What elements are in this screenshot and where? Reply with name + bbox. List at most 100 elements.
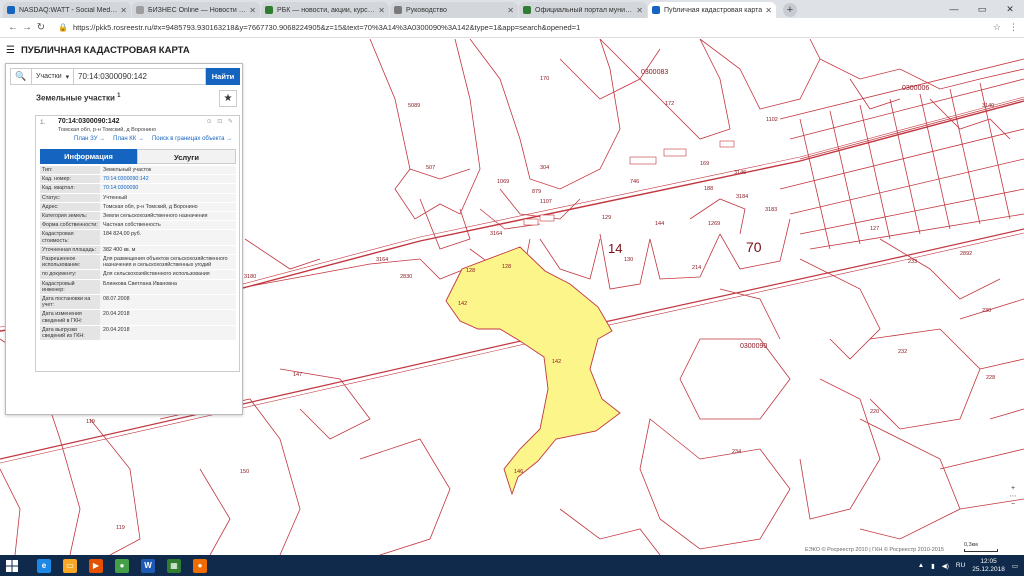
attribute-row: Дата постановки на учет: 08.07.2008 bbox=[40, 295, 236, 311]
clock-date: 25.12.2018 bbox=[972, 565, 1005, 573]
attribute-row: Дата выгрузки сведений из ГКН: 20.04.2018 bbox=[40, 325, 236, 342]
clock-time: 12:05 bbox=[980, 557, 997, 565]
favorite-star-icon[interactable]: ★ bbox=[219, 90, 237, 107]
tab-title: Руководство bbox=[406, 6, 447, 14]
taskbar-app-app-icon[interactable]: ● bbox=[188, 555, 212, 576]
tab-close-icon[interactable]: ✕ bbox=[636, 6, 643, 15]
tab-close-icon[interactable]: ✕ bbox=[378, 6, 385, 15]
minimize-icon[interactable]: — bbox=[940, 0, 968, 18]
find-button[interactable]: Найти bbox=[206, 68, 240, 85]
result-index: 1. bbox=[40, 119, 46, 126]
address-bar: ← → ↻ 🔒 https://pkk5.rosreestr.ru/#x=948… bbox=[0, 18, 1024, 38]
maximize-icon[interactable]: ▭ bbox=[968, 0, 996, 18]
menu-dots-icon[interactable]: ⋮ bbox=[1009, 22, 1018, 33]
app-header: ☰ ПУБЛИЧНАЯ КАДАСТРОВАЯ КАРТА bbox=[6, 45, 190, 56]
tab-close-icon[interactable]: ✕ bbox=[249, 6, 256, 15]
taskbar-app-media-icon[interactable]: ▶ bbox=[84, 555, 108, 576]
attribute-key: по документу: bbox=[40, 270, 100, 279]
menu-icon[interactable]: ☰ bbox=[6, 45, 15, 56]
map-canvas[interactable]: 0300083 0300006 0300090 0300090 14 70 14… bbox=[0, 39, 1024, 555]
browser-tab[interactable]: РБК — новости, акции, курсы в ✕ bbox=[261, 2, 389, 18]
attribute-key: Статус: bbox=[40, 193, 100, 202]
bookmark-star-icon[interactable]: ☆ bbox=[993, 22, 1001, 33]
search-row: 🔍 Участки ▾ Найти bbox=[10, 68, 240, 85]
tab-favicon-icon bbox=[7, 6, 15, 14]
taskbar-app-calc-icon[interactable]: ▦ bbox=[162, 555, 186, 576]
language-indicator[interactable]: RU bbox=[956, 562, 965, 569]
new-tab-button[interactable]: + bbox=[783, 3, 797, 17]
browser-tab[interactable]: Официальный портал муниципа ✕ bbox=[519, 2, 647, 18]
url-text: https://pkk5.rosreestr.ru/#x=9485793.930… bbox=[72, 23, 581, 32]
attribute-value: 382 400 кв. м bbox=[100, 245, 236, 255]
tab-title: БИЗНЕС Online — Новости Каз bbox=[148, 6, 247, 14]
attribute-value[interactable]: 70:14:0300090:142 bbox=[100, 175, 236, 184]
taskbar-app-chrome-icon[interactable]: ● bbox=[110, 555, 134, 576]
search-icon[interactable]: 🔍 bbox=[10, 68, 32, 85]
attribute-value: 184 824,00 руб. bbox=[100, 230, 236, 245]
volume-icon[interactable]: ◀) bbox=[942, 562, 949, 570]
browser-tab[interactable]: Руководство ✕ bbox=[390, 2, 518, 18]
taskbar-app-word-icon[interactable]: W bbox=[136, 555, 160, 576]
result-address: Томская обл, р-н Томский, д Воронино bbox=[58, 127, 157, 133]
tab-favicon-icon bbox=[136, 6, 144, 14]
app-title: ПУБЛИЧНАЯ КАДАСТРОВАЯ КАРТА bbox=[20, 45, 190, 56]
scale-label: 0,3км bbox=[964, 542, 978, 548]
clock[interactable]: 12:05 25.12.2018 bbox=[972, 558, 1005, 574]
attribute-value[interactable]: 70:14:0300090 bbox=[100, 184, 236, 193]
tab-services[interactable]: Услуги bbox=[137, 149, 236, 164]
plan-kk-link[interactable]: План КК → bbox=[113, 136, 144, 142]
browser-tab[interactable]: БИЗНЕС Online — Новости Каз ✕ bbox=[132, 2, 260, 18]
zoom-in-button[interactable]: + bbox=[1008, 485, 1018, 493]
selected-parcel[interactable] bbox=[445, 246, 621, 496]
reload-icon[interactable]: ↻ bbox=[34, 22, 48, 33]
attribute-key: Дата выгрузки сведений из ГКН: bbox=[40, 325, 100, 341]
result-actions-icon[interactable]: ⊙ ⊡ ✎ bbox=[207, 118, 235, 125]
tab-close-icon[interactable]: ✕ bbox=[507, 6, 514, 15]
tray-up-icon[interactable]: ▲ bbox=[918, 562, 924, 569]
taskbar-app-glyph: ▶ bbox=[89, 558, 103, 573]
section-title: Земельные участки 1 bbox=[36, 93, 121, 103]
taskbar-app-explorer-icon[interactable]: ▭ bbox=[58, 555, 82, 576]
tab-list: NASDAQ:WATT - Social Media S ✕ БИЗНЕС Onli… bbox=[0, 0, 777, 18]
attribute-value: Земельный участок bbox=[100, 166, 236, 175]
tab-close-icon[interactable]: ✕ bbox=[765, 6, 772, 15]
tab-close-icon[interactable]: ✕ bbox=[120, 6, 127, 15]
attribute-row: Уточненная площадь: 382 400 кв. м bbox=[40, 245, 236, 256]
tab-title: Официальный портал муниципа bbox=[535, 6, 634, 14]
url-field[interactable]: 🔒 https://pkk5.rosreestr.ru/#x=9485793.9… bbox=[58, 23, 993, 32]
result-card-header: 1. 70:14:0300090:142 Томская обл, р-н То… bbox=[36, 116, 241, 146]
search-in-bounds-link[interactable]: Поиск в границах объекта → bbox=[152, 136, 232, 142]
browser-tab[interactable]: Публичная кадастровая карта ✕ bbox=[648, 2, 776, 18]
search-input[interactable] bbox=[74, 68, 206, 85]
forward-icon[interactable]: → bbox=[20, 22, 34, 33]
browser-tab[interactable]: NASDAQ:WATT - Social Media S ✕ bbox=[3, 2, 131, 18]
attribute-value: Для сельскохозяйственного использования bbox=[100, 270, 236, 279]
taskbar-app-glyph: ▦ bbox=[167, 558, 181, 573]
attribute-key: Кад. номер: bbox=[40, 175, 100, 184]
attribute-row: по документу: Для сельскохозяйственного и… bbox=[40, 270, 236, 280]
tab-favicon-icon bbox=[523, 6, 531, 14]
attribute-row: Кад. номер: 70:14:0300090:142 bbox=[40, 175, 236, 185]
search-panel: 🔍 Участки ▾ Найти Земельные участки 1 ★ … bbox=[5, 63, 243, 415]
tab-information[interactable]: Информация bbox=[40, 149, 137, 164]
close-window-icon[interactable]: ✕ bbox=[996, 0, 1024, 18]
attribute-value: Блинкова Светлана Ивановна bbox=[100, 279, 236, 295]
attribute-key: Кад. квартал: bbox=[40, 184, 100, 193]
taskbar-app-ie-icon[interactable]: e bbox=[32, 555, 56, 576]
network-icon[interactable]: ▮ bbox=[931, 562, 935, 570]
attribute-row: Кад. квартал: 70:14:0300090 bbox=[40, 184, 236, 194]
attribute-row: Статус: Учтенный bbox=[40, 193, 236, 203]
result-links: План ЗУ → План КК → Поиск в границах объ… bbox=[74, 136, 232, 142]
search-type-select[interactable]: Участки ▾ bbox=[32, 68, 74, 85]
map-attribution: ЕЭКО © Росреестр 2010 | ГКН © Росреестр … bbox=[805, 547, 944, 553]
notifications-icon[interactable]: ▭ bbox=[1012, 562, 1018, 570]
attribute-value: Томская обл, р-н Томский, д Воронино bbox=[100, 202, 236, 212]
back-icon[interactable]: ← bbox=[6, 22, 20, 33]
plan-zu-link[interactable]: План ЗУ → bbox=[74, 136, 105, 142]
zoom-out-button[interactable]: − bbox=[1008, 501, 1018, 509]
start-button[interactable] bbox=[0, 555, 24, 576]
taskbar-apps: e ▭ ▶ ● W ▦ ● bbox=[32, 555, 214, 576]
attribute-value: Частная собственность bbox=[100, 221, 236, 230]
scale-bar bbox=[964, 549, 998, 552]
attribute-row: Форма собственности: Частная собственност… bbox=[40, 221, 236, 231]
